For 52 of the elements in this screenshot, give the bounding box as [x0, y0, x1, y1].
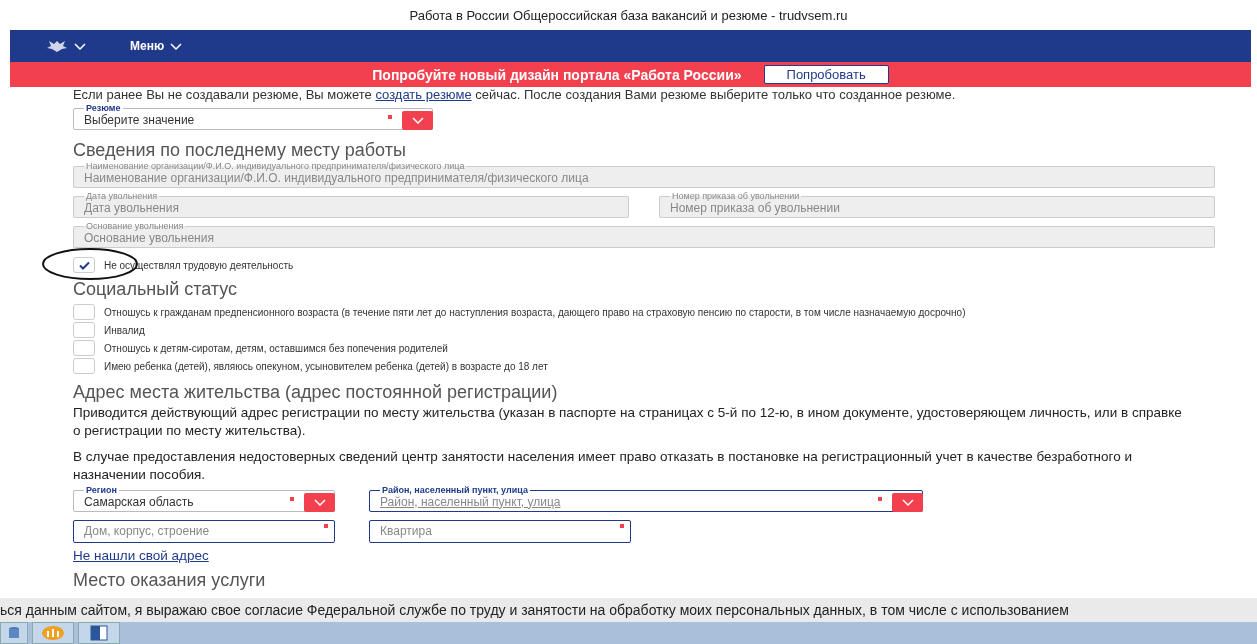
logo-menu-button[interactable]: [46, 39, 86, 53]
house-field[interactable]: Дом, корпус, строение: [73, 520, 335, 543]
menu-button[interactable]: Меню: [130, 39, 183, 53]
section-heading: Социальный статус: [73, 279, 239, 299]
taskbar-app-icon[interactable]: [78, 622, 120, 644]
banner-text: Попробуйте новый дизайн портала «Работа России»: [372, 66, 742, 83]
window-title: Работа в России Общероссийская база вакансий и резюме - trudvsem.ru: [409, 7, 848, 23]
checkbox-label: Инвалид: [104, 324, 145, 336]
checkbox[interactable]: [73, 257, 95, 273]
checkbox-label: Отношусь к детям-сиротам, детям, оставшимся без попечения родителей: [104, 342, 448, 354]
field-label: Наименование организации/Ф.И.О. индивидуального предпринимателя/физического лица: [85, 162, 466, 170]
section-heading: Адрес места жительства (адрес постоянной регистрации): [73, 382, 559, 402]
field-label: Дата увольнения: [85, 192, 159, 200]
field-label: Резюме: [85, 104, 122, 112]
region-select[interactable]: Регион Самарская область: [73, 486, 335, 512]
resume-select[interactable]: Выберите значение: [84, 112, 422, 127]
field-label: Основание увольнения: [85, 222, 185, 230]
house-field[interactable]: Дом, корпус, строение: [84, 523, 324, 538]
emblem-icon: [46, 39, 68, 53]
locality-select[interactable]: Район, населенный пункт, улица: [380, 494, 912, 509]
checkbox-label: Имею ребенка (детей), являюсь опекуном, усыновителем ребенка (детей) в возрасте до 18 лет: [104, 360, 548, 372]
checkbox[interactable]: [73, 340, 95, 356]
checkbox[interactable]: [73, 322, 95, 338]
caret-icon: [74, 42, 86, 50]
checkbox-label: Отношусь к гражданам предпенсионного возраста (в течение пяти лет до наступления возраста, дающего право на страховую пенсию по старости, в том числе назначаемую досрочно): [104, 306, 966, 318]
dropdown-button[interactable]: [402, 111, 433, 130]
field-label: Номер приказа об увольнении: [671, 192, 801, 200]
checkbox[interactable]: [73, 304, 95, 320]
caret-icon: [170, 42, 183, 50]
field-label: Район, населенный пункт, улица: [381, 486, 529, 494]
dropdown-button[interactable]: [304, 493, 335, 512]
section-heading: Сведения по последнему месту работы: [73, 140, 407, 160]
field-label: Регион: [85, 486, 118, 494]
intro-text: Если ранее Вы не создавали резюме, Вы можете создать резюме сейчас. После создания Вами резюме выберите только что созданное резюме.: [73, 87, 957, 102]
resume-select[interactable]: Резюме Выберите значение: [73, 104, 433, 130]
apartment-field[interactable]: Квартира: [369, 520, 631, 543]
locality-select[interactable]: Район, населенный пункт, улица Район, населенный пункт, улица: [369, 486, 923, 512]
caret-icon: [901, 499, 914, 506]
checkbox[interactable]: [73, 358, 95, 374]
info-paragraph: Приводится действующий адрес регистрации по месту жительства (указан в паспорте на страницах с 5-й по 12-ю, в ином документе, удостоверяющем личность, или в справке о регистрации по месту жительства).: [73, 404, 1183, 440]
checkmark-icon: [78, 260, 90, 270]
address-not-found-link[interactable]: Не нашли свой адрес: [73, 548, 209, 563]
dropdown-button[interactable]: [892, 493, 923, 512]
info-paragraph: В случае предоставления недостоверных сведений центр занятости населения имеет право отказать в постановке на регистрационный учет в качестве безработного и назначении пособия.: [73, 448, 1133, 484]
caret-icon: [411, 117, 424, 124]
try-button[interactable]: Попробовать: [763, 65, 889, 84]
caret-icon: [313, 499, 326, 506]
cookie-notice: ься данным сайтом, я выражаю свое согласие Федеральной службе по труду и занятости на обработку моих персональных данных, в том числе с использованием: [0, 602, 1069, 618]
create-resume-link[interactable]: создать резюме: [375, 87, 472, 102]
region-select[interactable]: Самарская область: [84, 494, 324, 509]
section-heading: Место оказания услуги: [73, 570, 267, 590]
apartment-field[interactable]: Квартира: [380, 523, 620, 538]
